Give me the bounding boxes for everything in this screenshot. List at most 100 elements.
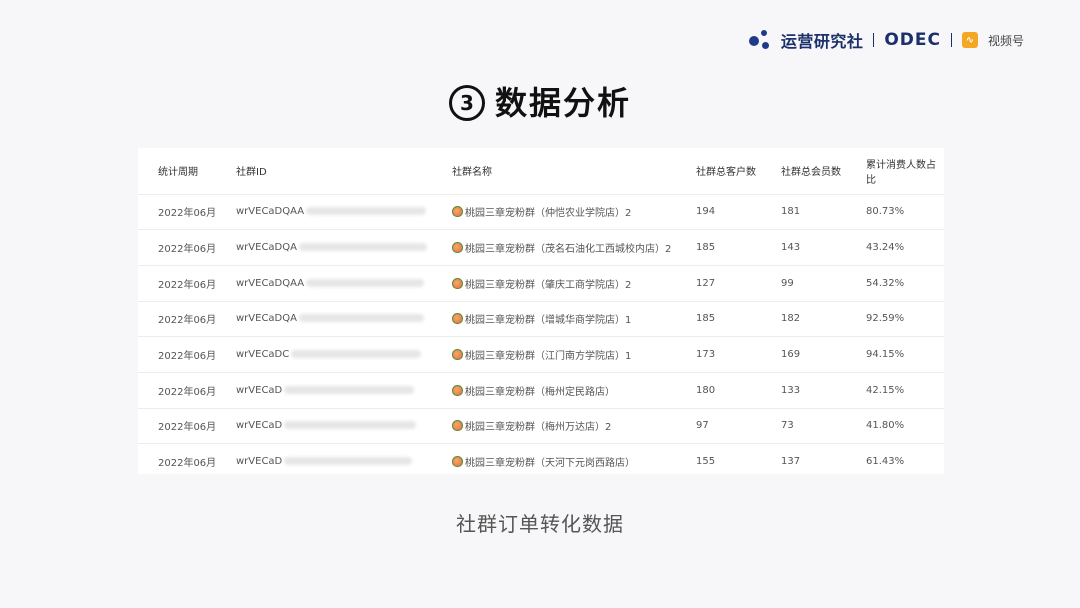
cell-period: 2022年06月 [158, 422, 217, 434]
cell-group-id: wrVECaDQAA [235, 265, 451, 301]
cell-members: 99 [781, 277, 794, 289]
cell-period: 2022年06月 [158, 386, 217, 398]
cell-customers: 97 [696, 420, 709, 432]
cell-period: 2022年06月 [158, 458, 217, 470]
table-caption: 社群订单转化数据 [456, 512, 624, 536]
cell-group-name: 桃园三章宠粉群（梅州万达店）2 [451, 408, 695, 444]
cell-members: 73 [781, 420, 794, 432]
brand-odec: ODEC [884, 30, 941, 50]
redacted-blur [291, 350, 422, 359]
redacted-blur [298, 314, 424, 323]
group-id-text: wrVECaDQA [236, 242, 297, 254]
peach-icon [452, 456, 463, 468]
group-id-text: wrVECaDQAA [236, 206, 305, 218]
redacted-blur [284, 421, 417, 430]
cell-period: 2022年06月 [158, 244, 217, 256]
group-name-text: 桃园三章宠粉群（梅州定民路店） [465, 386, 615, 398]
cell-ratio: 43.24% [866, 242, 905, 254]
cell-members: 133 [781, 384, 801, 396]
peach-icon [452, 349, 463, 361]
cell-group-name: 桃园三章宠粉群（仲恺农业学院店）2 [451, 194, 695, 230]
header-ratio: 累计消费人数占比 [866, 159, 936, 186]
table-row: 2022年06月 wrVECaDQA 桃园三章宠粉群（增城华商学院店）1 185… [138, 301, 944, 337]
group-id-text: wrVECaDQAA [236, 277, 305, 289]
header-group-id: 社群ID [236, 167, 267, 179]
cell-customers: 194 [696, 206, 716, 218]
header-period: 统计周期 [158, 167, 198, 179]
redacted-blur [284, 457, 413, 466]
peach-icon [452, 242, 463, 254]
redacted-blur [298, 243, 427, 252]
cell-customers: 180 [696, 384, 716, 396]
cell-members: 182 [781, 313, 801, 325]
table-row: 2022年06月 wrVECaDQAA 桃园三章宠粉群（肇庆工商学院店）2 12… [138, 265, 944, 301]
peach-icon [452, 313, 463, 325]
cell-members: 169 [781, 349, 801, 361]
peach-icon [452, 420, 463, 432]
redacted-blur [284, 385, 415, 394]
table-row: 2022年06月 wrVECaDC 桃园三章宠粉群（江门南方学院店）1 173 … [138, 336, 944, 373]
page-title: 3 数据分析 [0, 78, 1080, 124]
cell-customers: 173 [696, 349, 716, 361]
group-name-text: 桃园三章宠粉群（仲恺农业学院店）2 [465, 208, 632, 220]
header-group-name: 社群名称 [452, 167, 492, 179]
title-number: 3 [448, 85, 485, 121]
cell-members: 181 [781, 206, 801, 218]
table-row: 2022年06月 wrVECaD 桃园三章宠粉群（梅州定民路店） 180 133… [138, 372, 944, 408]
cell-period: 2022年06月 [158, 279, 217, 291]
table-header-row: 统计周期 社群ID 社群名称 社群总客户数 社群总会员数 累计消费人数占比 [138, 148, 944, 194]
group-name-text: 桃园三章宠粉群（增城华商学院店）1 [465, 315, 632, 327]
brand-org-name: 运营研究社 [780, 32, 864, 51]
table-row: 2022年06月 wrVECaDQAA 桃园三章宠粉群（仲恺农业学院店）2 19… [138, 194, 944, 230]
redacted-blur [306, 207, 427, 216]
group-id-text: wrVECaD [236, 420, 283, 432]
data-table: 统计周期 社群ID 社群名称 社群总客户数 社群总会员数 累计消费人数占比 20… [138, 148, 944, 480]
cell-customers: 155 [696, 456, 716, 468]
cell-ratio: 61.43% [866, 456, 905, 468]
title-text: 数据分析 [494, 84, 631, 122]
cell-period: 2022年06月 [158, 315, 217, 327]
cell-customers: 127 [696, 277, 716, 289]
cell-group-name: 桃园三章宠粉群（增城华商学院店）1 [451, 301, 695, 337]
cell-group-id: wrVECaDQA [235, 230, 451, 266]
header-members: 社群总会员数 [781, 167, 841, 179]
cell-period: 2022年06月 [158, 351, 217, 363]
header-customers: 社群总客户数 [696, 167, 756, 179]
group-name-text: 桃园三章宠粉群（茂名石油化工西城校内店）2 [465, 244, 672, 256]
cell-customers: 185 [696, 313, 716, 325]
cell-group-name: 桃园三章宠粉群（天河下元岗西路店） [451, 444, 695, 480]
cell-ratio: 92.59% [866, 313, 905, 325]
cell-group-id: wrVECaD [235, 444, 451, 480]
cell-ratio: 94.15% [866, 349, 905, 361]
cell-ratio: 54.32% [866, 277, 905, 289]
table-row: 2022年06月 wrVECaD 桃园三章宠粉群（梅州万达店）2 97 73 4… [138, 408, 944, 444]
cell-group-id: wrVECaD [235, 408, 451, 444]
cell-group-id: wrVECaDC [235, 337, 451, 373]
redacted-blur [306, 278, 425, 287]
group-id-text: wrVECaD [236, 384, 283, 396]
group-id-text: wrVECaDC [236, 349, 290, 361]
brand-logo-icon [748, 30, 771, 50]
cell-ratio: 80.73% [866, 206, 905, 218]
brand-divider [950, 33, 952, 47]
group-name-text: 桃园三章宠粉群（江门南方学院店）1 [465, 351, 632, 363]
cell-group-id: wrVECaDQAA [235, 194, 451, 230]
brand-channel: 视频号 [987, 33, 1024, 48]
cell-ratio: 42.15% [866, 384, 905, 396]
brand-divider [873, 33, 875, 47]
cell-group-name: 桃园三章宠粉群（梅州定民路店） [451, 372, 695, 408]
group-id-text: wrVECaD [236, 456, 283, 468]
cell-group-id: wrVECaDQA [235, 301, 451, 337]
cell-members: 137 [781, 456, 801, 468]
group-name-text: 桃园三章宠粉群（梅州万达店）2 [465, 422, 612, 434]
cell-period: 2022年06月 [158, 208, 217, 220]
video-channel-icon: ∿ [961, 32, 978, 48]
cell-group-id: wrVECaD [235, 372, 451, 408]
table-row: 2022年06月 wrVECaDQA 桃园三章宠粉群（茂名石油化工西城校内店）2… [138, 229, 944, 266]
group-name-text: 桃园三章宠粉群（天河下元岗西路店） [465, 458, 635, 470]
group-id-text: wrVECaDQA [236, 313, 297, 325]
cell-group-name: 桃园三章宠粉群（茂名石油化工西城校内店）2 [451, 230, 695, 266]
data-table-card: 统计周期 社群ID 社群名称 社群总客户数 社群总会员数 累计消费人数占比 20… [138, 148, 944, 474]
cell-group-name: 桃园三章宠粉群（肇庆工商学院店）2 [451, 265, 695, 301]
cell-members: 143 [781, 242, 801, 254]
